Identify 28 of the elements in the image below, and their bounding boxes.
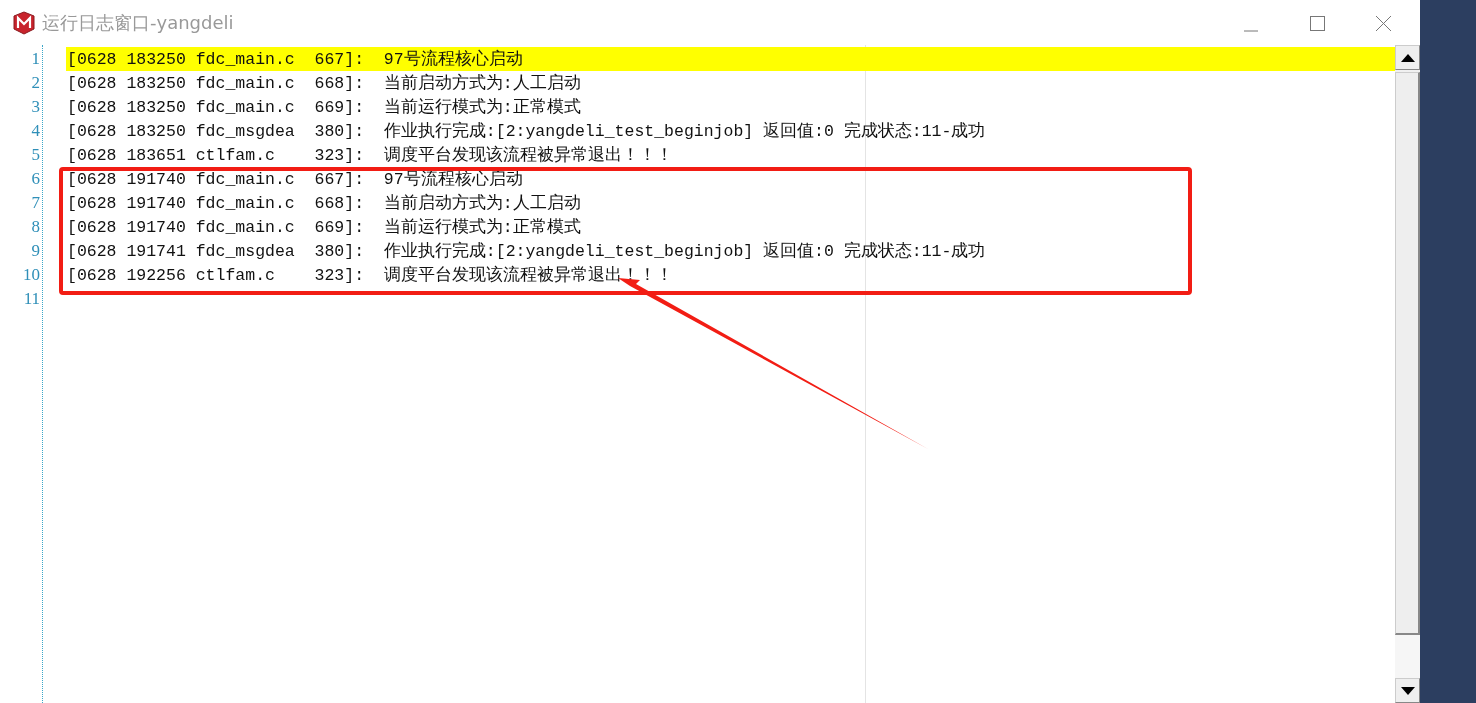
line-number: 4 xyxy=(30,120,41,142)
scroll-down-button[interactable] xyxy=(1395,678,1420,703)
line-number: 2 xyxy=(30,72,41,94)
log-text: [0628 183250 fdc_main.c 667]: 97号流程核心启动 xyxy=(66,50,523,69)
scrollbar-thumb[interactable] xyxy=(1395,72,1420,635)
log-text: [0628 183651 ctlfam.c 323]: 调度平台发现该流程被异常退出！！！ xyxy=(66,146,673,165)
log-text: [0628 191740 fdc_main.c 669]: 当前运行模式为:正常模式 xyxy=(66,218,581,237)
line-number: 3 xyxy=(30,96,41,118)
up-triangle-icon xyxy=(1400,53,1415,62)
line-number: 8 xyxy=(30,216,41,238)
app-logo-icon xyxy=(12,10,36,35)
log-text: [0628 183250 fdc_main.c 668]: 当前启动方式为:人工启动 xyxy=(66,74,581,93)
line-number: 1 xyxy=(30,48,41,70)
line-number: 7 xyxy=(30,192,41,214)
window-title: 运行日志窗口-yangdeli xyxy=(42,10,234,35)
log-text: [0628 191741 fdc_msgdea 380]: 作业执行完成:[2:yangdeli_test_beginjob] 返回值:0 完成状态:11-成功 xyxy=(66,242,986,261)
log-text: [0628 183250 fdc_main.c 669]: 当前运行模式为:正常模式 xyxy=(66,98,581,117)
line-number: 5 xyxy=(30,144,41,166)
log-text: [0628 183250 fdc_msgdea 380]: 作业执行完成:[2:yangdeli_test_beginjob] 返回值:0 完成状态:11-成功 xyxy=(66,122,986,141)
log-text: [0628 191740 fdc_main.c 668]: 当前启动方式为:人工启动 xyxy=(66,194,581,213)
down-triangle-icon xyxy=(1400,686,1415,695)
log-text: [0628 191740 fdc_main.c 667]: 97号流程核心启动 xyxy=(66,170,523,189)
line-number: 10 xyxy=(22,264,41,286)
line-number: 6 xyxy=(30,168,41,190)
line-number: 9 xyxy=(30,240,41,262)
line-number: 11 xyxy=(22,288,41,310)
scroll-up-button[interactable] xyxy=(1395,45,1420,70)
log-text: [0628 192256 ctlfam.c 323]: 调度平台发现该流程被异常退出！！！ xyxy=(66,266,673,285)
